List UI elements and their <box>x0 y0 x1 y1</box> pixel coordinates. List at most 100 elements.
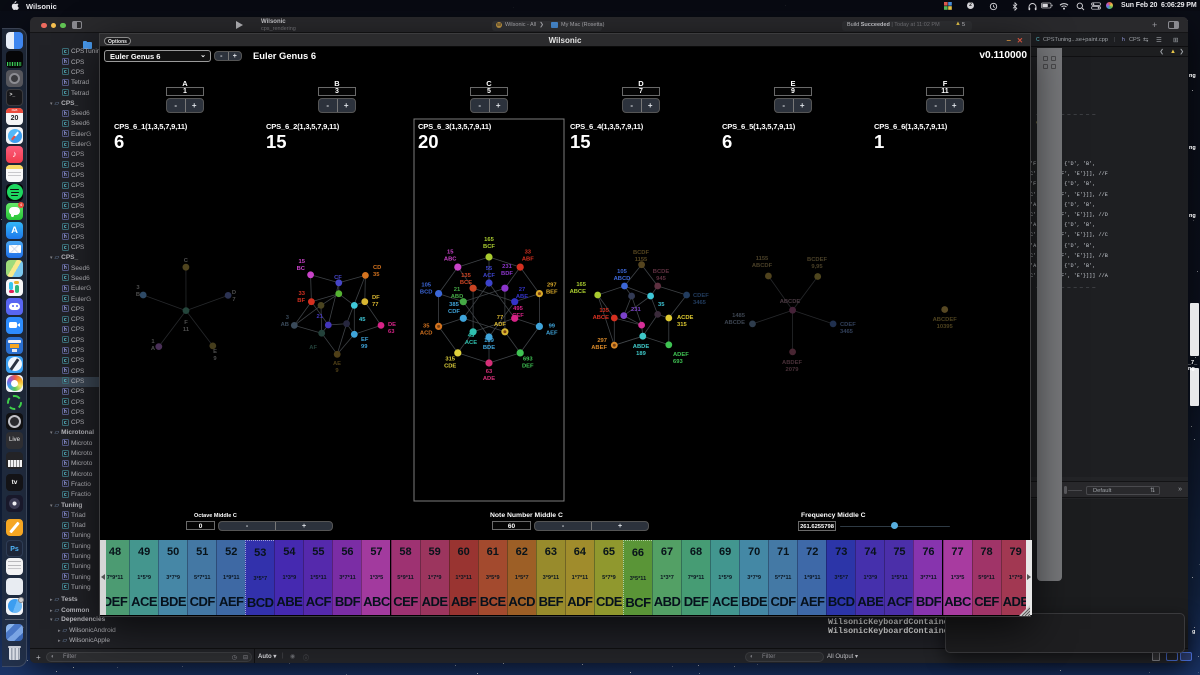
svg-text:D: D <box>232 290 236 296</box>
svg-text:63: 63 <box>388 329 395 335</box>
svg-text:BCF: BCF <box>483 244 495 250</box>
svg-text:1: 1 <box>151 339 155 345</box>
svg-text:165: 165 <box>484 237 494 243</box>
svg-text:E: E <box>213 349 217 355</box>
svg-text:ABCDF: ABCDF <box>752 263 773 269</box>
svg-text:AE: AE <box>333 361 341 367</box>
svg-text:77: 77 <box>497 315 503 321</box>
svg-text:165: 165 <box>576 282 586 288</box>
svg-text:77: 77 <box>372 302 378 308</box>
svg-text:ADEF: ADEF <box>673 352 689 358</box>
svg-text:315: 315 <box>677 322 687 328</box>
svg-text:BCE: BCE <box>460 280 472 286</box>
svg-text:9: 9 <box>213 356 217 362</box>
svg-text:55: 55 <box>486 266 493 272</box>
svg-text:ABCE: ABCE <box>593 315 610 321</box>
svg-text:CDE: CDE <box>444 363 456 369</box>
svg-text:F: F <box>184 320 188 326</box>
svg-text:33: 33 <box>299 291 306 297</box>
svg-text:3465: 3465 <box>840 329 854 335</box>
svg-text:297: 297 <box>547 283 557 289</box>
svg-text:ABF: ABF <box>522 257 534 263</box>
svg-text:ABDEF: ABDEF <box>782 360 802 366</box>
svg-text:B: B <box>136 292 140 298</box>
svg-text:693: 693 <box>523 356 533 362</box>
svg-text:135: 135 <box>599 308 609 314</box>
svg-text:BC: BC <box>297 266 306 272</box>
svg-text:21: 21 <box>317 314 324 320</box>
svg-text:1485: 1485 <box>732 313 746 319</box>
svg-text:35: 35 <box>658 302 665 308</box>
svg-text:27: 27 <box>519 287 525 293</box>
svg-text:DEF: DEF <box>522 363 534 369</box>
svg-text:63: 63 <box>486 369 493 375</box>
svg-text:45: 45 <box>359 317 366 323</box>
svg-text:BCDE: BCDE <box>653 269 670 275</box>
svg-text:AEF: AEF <box>546 330 558 336</box>
svg-text:DE: DE <box>388 322 396 328</box>
svg-text:AB: AB <box>281 322 289 328</box>
svg-text:BF: BF <box>297 298 305 304</box>
svg-text:ABE: ABE <box>516 294 528 300</box>
svg-text:ADE: ADE <box>483 376 495 382</box>
svg-text:CEF: CEF <box>512 313 524 319</box>
svg-text:189: 189 <box>636 351 646 357</box>
svg-text:DF: DF <box>372 295 380 301</box>
svg-text:99: 99 <box>361 344 368 350</box>
svg-text:ACF: ACF <box>483 273 495 279</box>
svg-text:297: 297 <box>597 338 607 344</box>
svg-text:35: 35 <box>423 323 430 329</box>
svg-text:BCDF: BCDF <box>633 250 650 256</box>
svg-text:33: 33 <box>525 250 532 256</box>
svg-text:231: 231 <box>502 264 512 270</box>
svg-text:CDEF: CDEF <box>693 293 709 299</box>
svg-text:10395: 10395 <box>937 324 954 330</box>
svg-text:693: 693 <box>673 359 683 365</box>
svg-text:231: 231 <box>631 307 641 313</box>
svg-text:BCDEF: BCDEF <box>807 257 827 263</box>
svg-text:C: C <box>184 258 189 264</box>
svg-text:35: 35 <box>373 272 380 278</box>
svg-text:15: 15 <box>447 250 454 256</box>
svg-text:7: 7 <box>232 297 235 303</box>
svg-text:ACD: ACD <box>420 330 433 336</box>
svg-text:945: 945 <box>656 276 666 282</box>
svg-text:ACE: ACE <box>465 340 477 346</box>
svg-text:AF: AF <box>309 345 317 351</box>
svg-text:1155: 1155 <box>756 256 769 262</box>
svg-text:BDF: BDF <box>501 271 513 277</box>
svg-text:3: 3 <box>136 285 140 291</box>
svg-text:15: 15 <box>299 259 306 265</box>
svg-text:CF: CF <box>334 275 342 281</box>
svg-text:ABCDE: ABCDE <box>780 299 801 305</box>
svg-text:9,95: 9,95 <box>811 264 823 270</box>
svg-text:ACDE: ACDE <box>677 315 694 321</box>
svg-text:ABD: ABD <box>451 294 464 300</box>
svg-text:11: 11 <box>183 327 190 333</box>
svg-text:ABDE: ABDE <box>633 344 650 350</box>
svg-text:BEF: BEF <box>546 290 558 296</box>
svg-text:135: 135 <box>461 273 471 279</box>
svg-text:105: 105 <box>421 283 431 289</box>
svg-text:21: 21 <box>454 287 461 293</box>
svg-text:385: 385 <box>449 302 459 308</box>
svg-text:ABCE: ABCE <box>570 289 587 295</box>
svg-text:3: 3 <box>286 315 290 321</box>
svg-text:9: 9 <box>335 368 339 374</box>
svg-text:1155: 1155 <box>635 257 648 263</box>
svg-text:ADF: ADF <box>494 322 506 328</box>
svg-text:EF: EF <box>361 337 369 343</box>
svg-text:CDF: CDF <box>448 309 460 315</box>
svg-text:189: 189 <box>484 338 494 344</box>
svg-text:ABCD: ABCD <box>614 276 631 282</box>
svg-text:45: 45 <box>468 333 475 339</box>
svg-text:2079: 2079 <box>786 367 800 373</box>
svg-text:ABCDE: ABCDE <box>724 320 745 326</box>
svg-text:CDEF: CDEF <box>840 322 856 328</box>
svg-text:3465: 3465 <box>693 300 707 306</box>
svg-text:315: 315 <box>445 356 455 362</box>
svg-text:A: A <box>151 346 156 352</box>
svg-text:ABEF: ABEF <box>591 345 607 351</box>
svg-text:ABC: ABC <box>444 257 457 263</box>
svg-text:495: 495 <box>513 306 523 312</box>
